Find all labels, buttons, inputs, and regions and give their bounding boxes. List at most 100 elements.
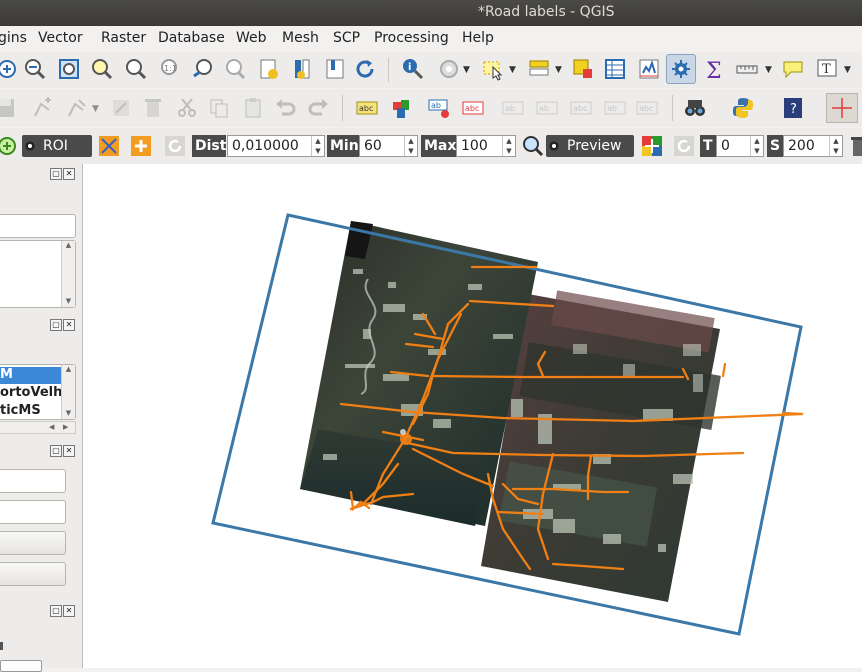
float-panel-icon[interactable]: ▢ bbox=[50, 445, 62, 457]
menu-mesh[interactable]: Mesh bbox=[282, 30, 319, 46]
min-input[interactable]: 60 ▲ ▼ bbox=[359, 135, 418, 157]
layers-scrollbar[interactable]: ▲ ▼ bbox=[61, 365, 75, 419]
redo-icon[interactable] bbox=[306, 95, 332, 121]
zoom-last-icon[interactable] bbox=[190, 56, 216, 82]
dist-input[interactable]: 0,010000 ▲ ▼ bbox=[227, 135, 325, 157]
show-spatial-bookmarks-icon[interactable] bbox=[322, 56, 348, 82]
identify-icon[interactable]: i bbox=[400, 56, 426, 82]
max-label: Max bbox=[421, 135, 456, 157]
menu-raster[interactable]: Raster bbox=[101, 30, 146, 46]
preview-button[interactable]: Preview bbox=[546, 135, 634, 157]
menu-database[interactable]: Database bbox=[158, 30, 225, 46]
copy-features-icon[interactable] bbox=[206, 95, 232, 121]
layers-h-scrollbar[interactable]: ◀ ▶ bbox=[0, 421, 76, 434]
rotate-label-icon[interactable]: ab bbox=[534, 95, 560, 121]
refresh-icon[interactable] bbox=[352, 56, 378, 82]
zoom-full-icon[interactable] bbox=[56, 56, 82, 82]
zoom-layer-icon[interactable] bbox=[88, 56, 114, 82]
select-features-icon[interactable] bbox=[480, 56, 506, 82]
layers-list[interactable]: M ortoVelh ticMS ▲ ▼ bbox=[0, 364, 76, 420]
measure-icon[interactable] bbox=[734, 56, 760, 82]
attribute-table-icon[interactable] bbox=[602, 56, 628, 82]
menu-scp[interactable]: SCP bbox=[333, 30, 360, 46]
save-edits-icon[interactable] bbox=[0, 95, 18, 121]
deselect-icon[interactable] bbox=[570, 56, 596, 82]
window-titlebar: *Road labels - QGIS bbox=[0, 0, 862, 26]
float-panel-icon[interactable]: ▢ bbox=[50, 319, 62, 331]
close-panel-icon[interactable]: ✕ bbox=[63, 319, 75, 331]
paste-features-icon[interactable] bbox=[240, 95, 266, 121]
run-action-icon[interactable] bbox=[436, 56, 462, 82]
binoculars-icon[interactable] bbox=[682, 95, 708, 121]
pin-labels-icon[interactable]: ab bbox=[426, 95, 452, 121]
move-label-icon[interactable]: ab bbox=[500, 95, 526, 121]
undo-icon[interactable] bbox=[272, 95, 298, 121]
menu-plugins[interactable]: gins bbox=[0, 30, 27, 46]
modify-attributes-icon[interactable] bbox=[108, 95, 134, 121]
roi-add-icon[interactable] bbox=[128, 133, 154, 159]
layer-item[interactable]: M bbox=[0, 367, 61, 384]
add-feature-icon[interactable] bbox=[30, 95, 56, 121]
delete-selected-icon[interactable] bbox=[140, 95, 166, 121]
preview-zoom-icon[interactable] bbox=[520, 133, 546, 159]
roi-button[interactable]: ROI bbox=[22, 135, 92, 157]
svg-text:T: T bbox=[822, 62, 831, 77]
menu-help[interactable]: Help bbox=[462, 30, 494, 46]
browser-tree[interactable]: ▲ ▼ bbox=[0, 240, 76, 308]
label-properties-icon[interactable]: abc bbox=[634, 95, 660, 121]
svg-text:ab: ab bbox=[539, 104, 549, 113]
svg-text:Σ: Σ bbox=[706, 59, 722, 81]
remove-temp-files-icon[interactable] bbox=[846, 133, 862, 159]
browser-filter-input[interactable] bbox=[0, 214, 76, 238]
panel-button-2[interactable] bbox=[0, 562, 66, 586]
map-canvas[interactable] bbox=[83, 164, 862, 668]
close-panel-icon[interactable]: ✕ bbox=[63, 168, 75, 180]
zoom-native-icon[interactable]: 1:1 bbox=[157, 56, 183, 82]
move-diagram-icon[interactable]: ab bbox=[602, 95, 628, 121]
max-value: 100 bbox=[461, 138, 488, 154]
t-input[interactable]: 0 ▲ ▼ bbox=[716, 135, 764, 157]
annotation-icon[interactable] bbox=[780, 56, 806, 82]
float-panel-icon[interactable]: ▢ bbox=[50, 168, 62, 180]
cut-features-icon[interactable] bbox=[174, 95, 200, 121]
label-toolbar-icon[interactable]: abc bbox=[354, 95, 380, 121]
roi-polygon-icon[interactable] bbox=[96, 133, 122, 159]
show-bookmarks-icon[interactable] bbox=[290, 56, 316, 82]
float-panel-icon[interactable]: ▢ bbox=[50, 605, 62, 617]
vertex-tool-icon[interactable] bbox=[64, 95, 90, 121]
browser-scrollbar[interactable]: ▲ ▼ bbox=[61, 241, 75, 307]
select-by-value-icon[interactable] bbox=[526, 56, 552, 82]
menu-web[interactable]: Web bbox=[236, 30, 267, 46]
panel-field-1[interactable] bbox=[0, 469, 66, 493]
zoom-out-icon[interactable] bbox=[22, 56, 48, 82]
zoom-next-icon[interactable] bbox=[222, 56, 248, 82]
show-hide-labels-icon[interactable]: abc bbox=[460, 95, 486, 121]
crosshair-icon[interactable] bbox=[826, 93, 858, 123]
close-panel-icon[interactable]: ✕ bbox=[63, 605, 75, 617]
layer-item[interactable]: ticMS bbox=[0, 403, 41, 418]
s-input[interactable]: 200 ▲ ▼ bbox=[783, 135, 843, 157]
panel-button-1[interactable] bbox=[0, 531, 66, 555]
panel-field-2[interactable] bbox=[0, 500, 66, 524]
statistics-icon[interactable]: Σ bbox=[702, 56, 728, 82]
max-input[interactable]: 100 ▲ ▼ bbox=[456, 135, 516, 157]
preview-label: Preview bbox=[567, 138, 622, 154]
help-icon[interactable]: ? bbox=[780, 95, 806, 121]
zoom-in-icon[interactable] bbox=[0, 56, 20, 82]
change-label-icon[interactable]: abc bbox=[568, 95, 594, 121]
zoom-selection-icon[interactable] bbox=[122, 56, 148, 82]
preview-redo-icon[interactable] bbox=[671, 133, 697, 159]
text-annotation-icon[interactable]: T bbox=[814, 56, 840, 82]
field-calculator-icon[interactable] bbox=[636, 56, 662, 82]
menu-vector[interactable]: Vector bbox=[38, 30, 83, 46]
scp-zoom-icon[interactable] bbox=[0, 133, 20, 159]
toolbox-icon[interactable] bbox=[666, 54, 696, 84]
classification-preview-icon[interactable] bbox=[639, 133, 665, 159]
layer-item[interactable]: ortoVelh bbox=[0, 385, 61, 400]
diagram-options-icon[interactable] bbox=[388, 95, 414, 121]
close-panel-icon[interactable]: ✕ bbox=[63, 445, 75, 457]
roi-redo-icon[interactable] bbox=[162, 133, 188, 159]
menu-processing[interactable]: Processing bbox=[374, 30, 449, 46]
new-bookmark-icon[interactable] bbox=[256, 56, 282, 82]
python-console-icon[interactable] bbox=[730, 95, 756, 121]
